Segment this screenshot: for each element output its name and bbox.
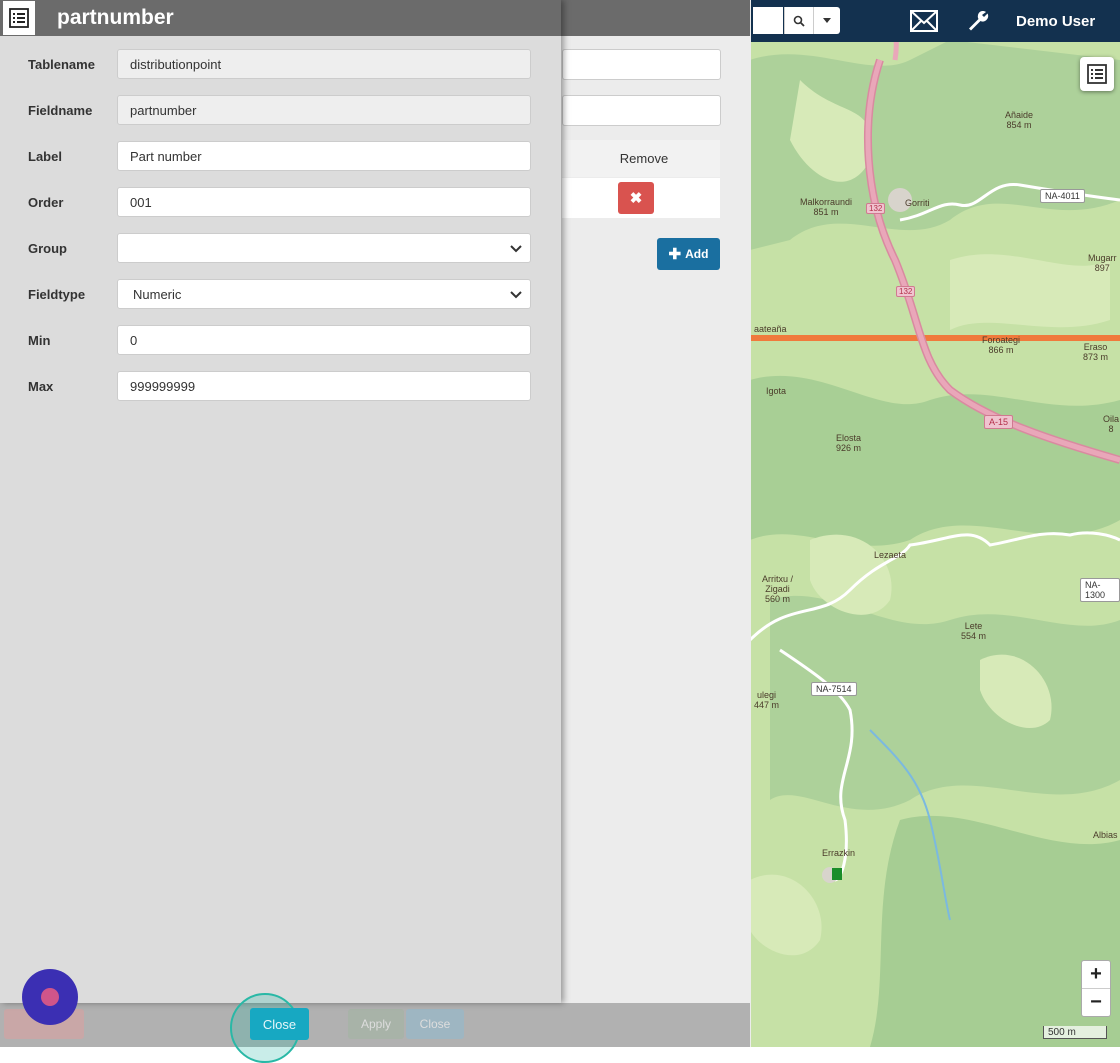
map-label: Errazkin bbox=[822, 848, 856, 858]
search-icon bbox=[793, 15, 805, 27]
search-input[interactable] bbox=[753, 7, 783, 34]
road-shield: NA-1300 bbox=[1080, 578, 1120, 602]
scale-bar: 500 m bbox=[1043, 1026, 1107, 1039]
road-shield: NA-4011 bbox=[1040, 189, 1085, 203]
wrench-icon[interactable] bbox=[966, 9, 990, 36]
chevron-down-icon bbox=[510, 245, 522, 253]
road-shield: 132 bbox=[866, 203, 886, 214]
zoom-out-button[interactable]: − bbox=[1082, 988, 1110, 1016]
map-label: Albias bbox=[1093, 830, 1118, 840]
plus-icon: ✚ bbox=[668, 246, 682, 263]
remove-button[interactable]: ✖ bbox=[618, 182, 654, 214]
label-label: Label bbox=[28, 149, 62, 164]
map-label: Gorriti bbox=[905, 198, 930, 208]
list-icon bbox=[3, 1, 35, 35]
map-label: aateaña bbox=[754, 324, 787, 334]
map-label: ulegi 447 m bbox=[754, 690, 780, 710]
map-label: Foroategi 866 m bbox=[982, 335, 1021, 355]
chevron-down-icon bbox=[510, 291, 522, 299]
ghost-close-button: Close bbox=[406, 1009, 464, 1039]
layer-list-button[interactable] bbox=[1080, 57, 1114, 91]
record-dot-icon bbox=[41, 988, 59, 1006]
mail-icon[interactable] bbox=[910, 10, 938, 35]
fieldtype-label: Fieldtype bbox=[28, 287, 86, 302]
group-label: Group bbox=[28, 241, 67, 256]
table-header: Remove bbox=[562, 140, 720, 177]
list-icon bbox=[1087, 64, 1107, 84]
fieldtype-value: Numeric bbox=[133, 286, 182, 302]
zoom-control: + − bbox=[1081, 960, 1111, 1017]
dialog-header: partnumber bbox=[0, 0, 561, 36]
map-label: Igota bbox=[766, 386, 787, 396]
tablename-label: Tablename bbox=[28, 57, 95, 72]
search-options-button[interactable] bbox=[813, 7, 840, 34]
map-label: Lezaeta bbox=[874, 550, 907, 560]
close-button[interactable]: Close bbox=[250, 1008, 309, 1040]
order-label: Order bbox=[28, 195, 64, 210]
background-input[interactable] bbox=[562, 49, 721, 80]
add-button[interactable]: ✚ Add bbox=[657, 238, 720, 270]
order-field[interactable]: 001 bbox=[117, 187, 531, 217]
fieldname-label: Fieldname bbox=[28, 103, 93, 118]
map-label: Añaide 854 m bbox=[1005, 110, 1034, 130]
map-label: Elosta 926 m bbox=[836, 433, 862, 453]
field-editor-dialog: partnumber Tablename distributionpoint F… bbox=[0, 0, 561, 1003]
map-label: Malkorraundi 851 m bbox=[800, 197, 853, 217]
max-field[interactable]: 999999999 bbox=[117, 371, 531, 401]
user-menu[interactable]: Demo User bbox=[1016, 13, 1095, 30]
background-input[interactable] bbox=[562, 95, 721, 126]
caret-down-icon bbox=[823, 18, 831, 23]
tablename-field: distributionpoint bbox=[117, 49, 531, 79]
road-shield: A-15 bbox=[984, 415, 1014, 429]
road-shield: NA-7514 bbox=[811, 682, 857, 696]
map-label: Arritxu / Zigadi 560 m bbox=[762, 574, 794, 604]
record-button[interactable] bbox=[22, 969, 78, 1025]
map-label: Mugarr 897 bbox=[1088, 253, 1117, 273]
column-header-remove: Remove bbox=[619, 151, 669, 166]
map-tiles bbox=[750, 0, 1120, 1047]
dialog-title: partnumber bbox=[57, 6, 174, 29]
road-shield: 132 bbox=[896, 286, 916, 297]
group-select[interactable] bbox=[117, 233, 531, 263]
search-button[interactable] bbox=[784, 7, 813, 34]
map-label: Eraso 873 m bbox=[1083, 342, 1109, 362]
zoom-in-button[interactable]: + bbox=[1082, 961, 1110, 988]
max-label: Max bbox=[28, 379, 54, 394]
map-view[interactable]: Añaide 854 m Malkorraundi 851 m Gorriti … bbox=[750, 0, 1120, 1047]
fieldtype-select[interactable]: Numeric bbox=[117, 279, 531, 309]
min-field[interactable]: 0 bbox=[117, 325, 531, 355]
close-icon: ✖ bbox=[629, 190, 643, 207]
map-label: Lete 554 m bbox=[961, 621, 987, 641]
min-label: Min bbox=[28, 333, 51, 348]
map-label: Oila 8 bbox=[1103, 414, 1120, 434]
ghost-apply-button: Apply bbox=[348, 1009, 404, 1039]
fieldname-field: partnumber bbox=[117, 95, 531, 125]
label-field[interactable]: Part number bbox=[117, 141, 531, 171]
background-dialog-header bbox=[560, 0, 750, 36]
